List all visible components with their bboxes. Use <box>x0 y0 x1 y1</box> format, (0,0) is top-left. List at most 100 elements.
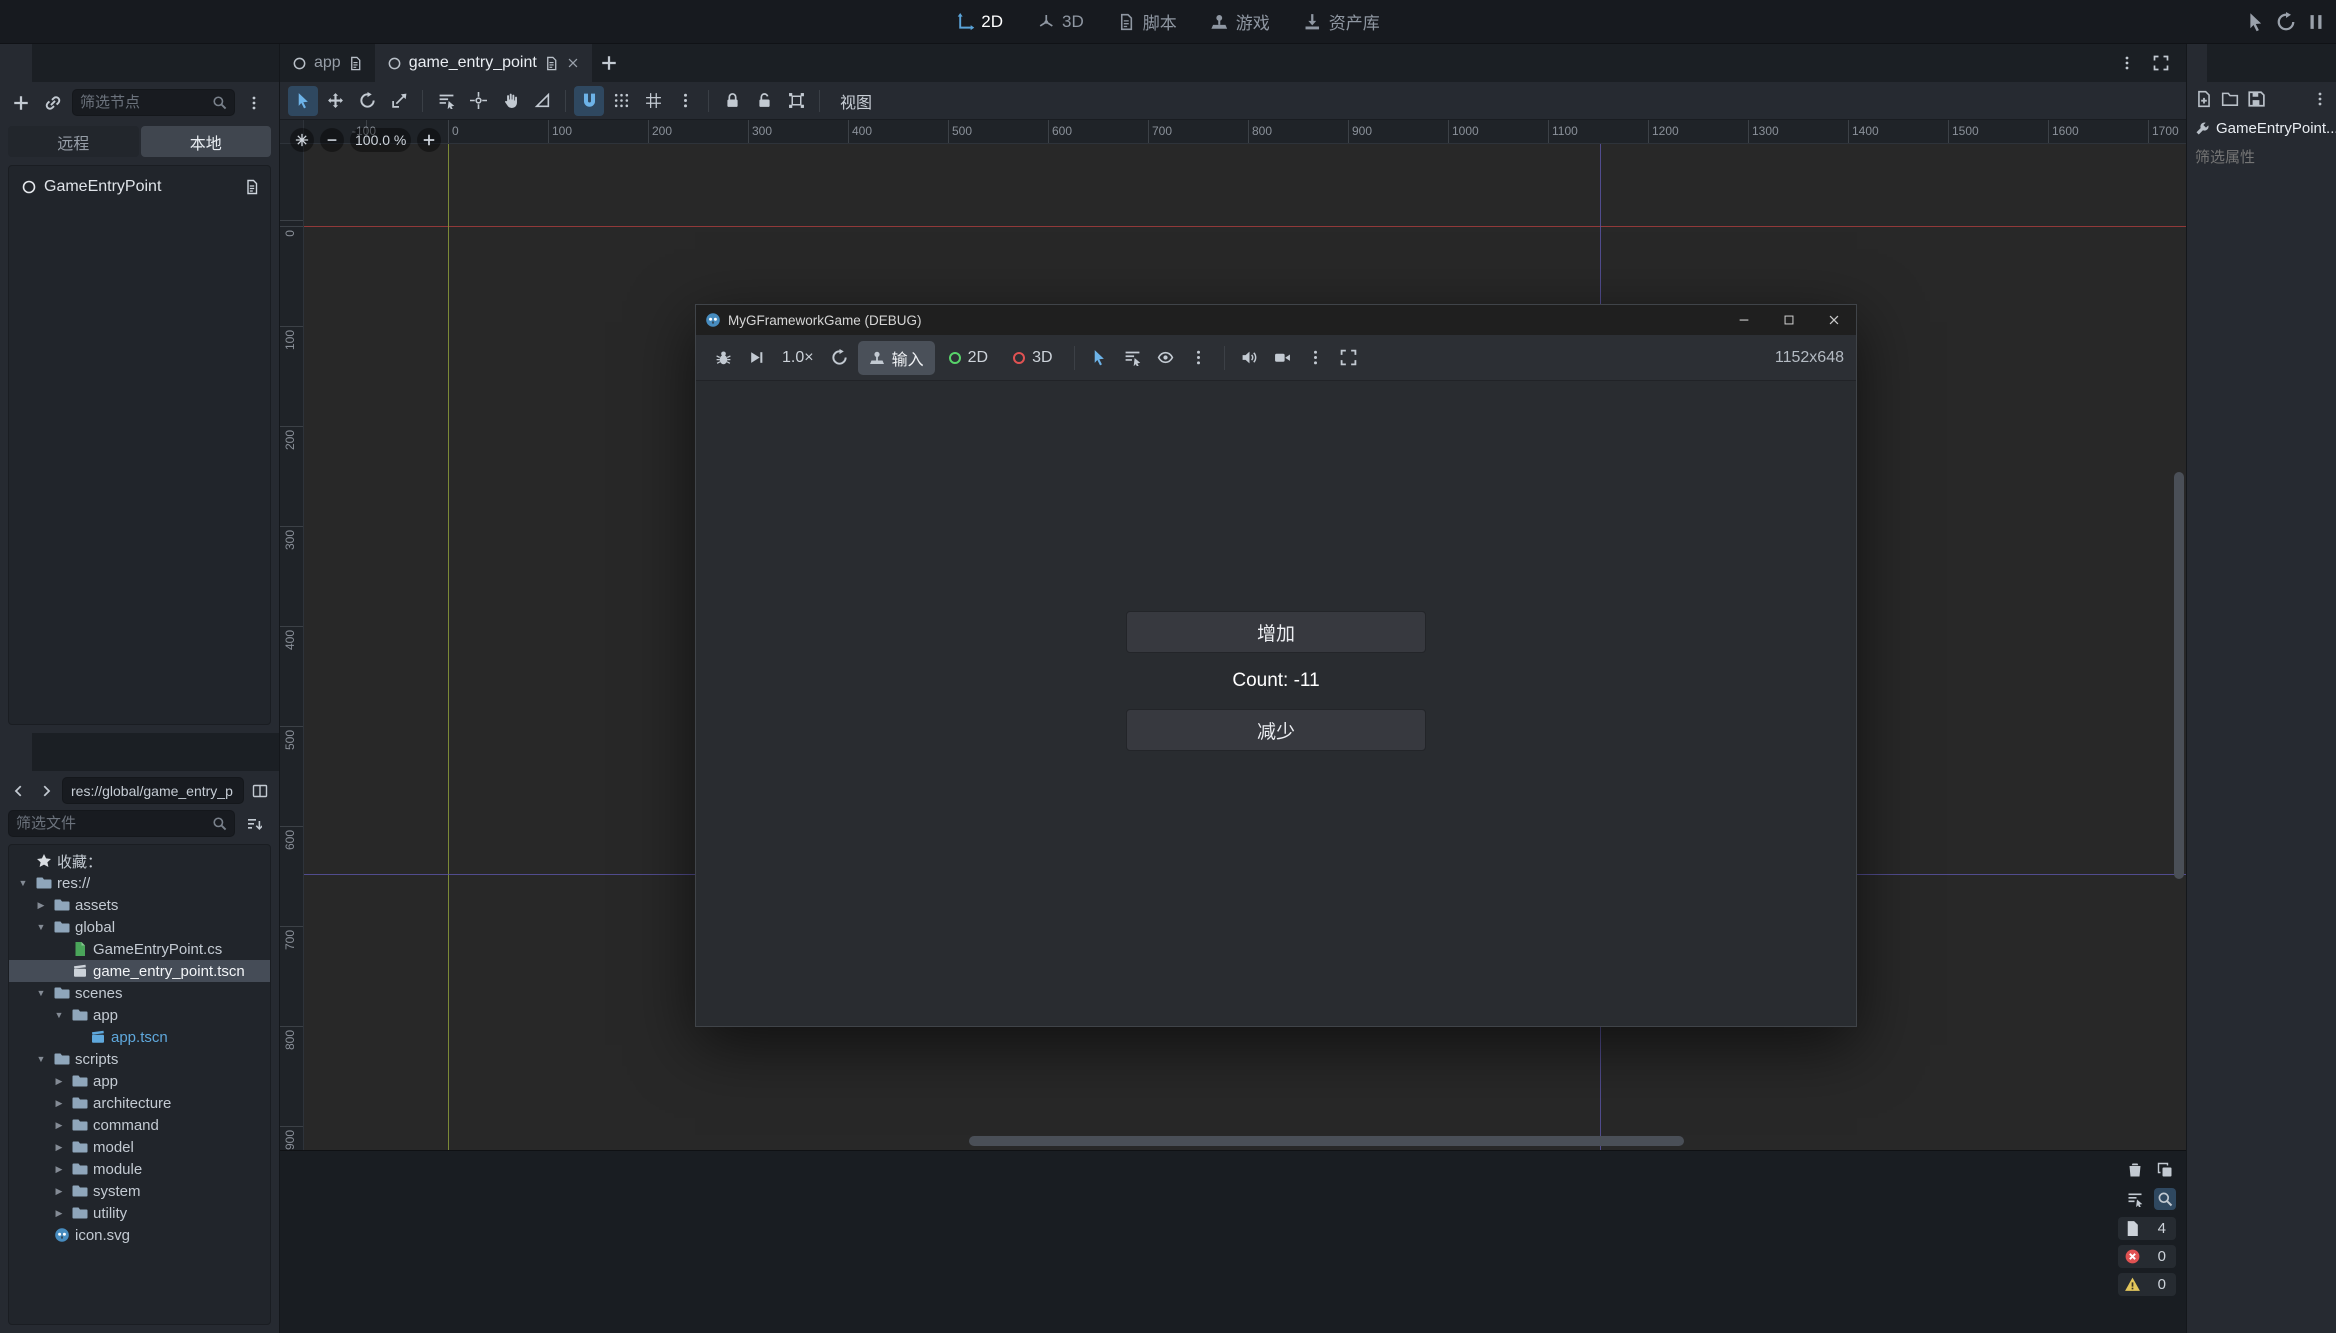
zoom-in-button[interactable] <box>417 128 441 152</box>
smart-snap-button[interactable] <box>574 86 604 116</box>
remote-button[interactable]: 远程 <box>8 126 139 157</box>
view-menu-button[interactable]: 视图 <box>828 85 884 117</box>
zoom-out-button[interactable] <box>320 128 344 152</box>
workspace-button[interactable]: 游戏 <box>1198 4 1283 39</box>
maximize-window-button[interactable] <box>1766 305 1811 335</box>
new-resource-icon[interactable] <box>2195 90 2213 108</box>
file-tree-row[interactable]: ▶ architecture <box>9 1092 270 1114</box>
pan-tool-button[interactable] <box>495 86 525 116</box>
scene-tabs-menu-button[interactable] <box>2114 50 2140 76</box>
menubar-item[interactable] <box>102 0 132 44</box>
camera-options-button[interactable] <box>1301 343 1331 373</box>
zoom-level-label[interactable]: 100.0 % <box>350 128 411 152</box>
embed-fullscreen-button[interactable] <box>1334 343 1364 373</box>
expander-arrow-icon[interactable]: ▼ <box>15 878 31 888</box>
collapse-duplicates-button[interactable] <box>2124 1188 2146 1210</box>
expander-arrow-icon[interactable]: ▶ <box>51 1142 67 1153</box>
menubar-item[interactable] <box>72 0 102 44</box>
output-filter-badge[interactable]: 4 <box>2118 1217 2176 1240</box>
clear-output-button[interactable] <box>2124 1159 2146 1181</box>
add-node-button[interactable] <box>8 90 34 116</box>
expander-arrow-icon[interactable]: ▶ <box>51 1120 67 1131</box>
dock-tab[interactable] <box>2207 44 2227 82</box>
filter-nodes-input[interactable] <box>80 94 206 111</box>
expander-arrow-icon[interactable]: ▶ <box>33 900 49 911</box>
expander-arrow-icon[interactable]: ▼ <box>33 988 49 998</box>
viewport-vertical-scrollbar[interactable] <box>2174 472 2184 879</box>
copy-output-button[interactable] <box>2154 1159 2176 1181</box>
camera-override-button[interactable] <box>1268 343 1298 373</box>
scale-tool-button[interactable] <box>384 86 414 116</box>
split-view-button[interactable] <box>249 780 271 802</box>
file-tree-row[interactable]: ▼ scripts <box>9 1048 270 1070</box>
group-selected-button[interactable] <box>781 86 811 116</box>
save-resource-icon[interactable] <box>2247 90 2265 108</box>
reload-icon[interactable] <box>2276 12 2296 32</box>
expand-viewport-button[interactable] <box>2148 50 2174 76</box>
history-back-button[interactable] <box>8 780 30 802</box>
pointer-icon[interactable] <box>2246 12 2266 32</box>
expander-arrow-icon[interactable]: ▼ <box>51 1010 67 1020</box>
select-tool-button[interactable] <box>288 86 318 116</box>
file-tree-row[interactable]: ▶ utility <box>9 1202 270 1224</box>
workspace-button[interactable]: 3D <box>1024 7 1097 37</box>
scene-tree-root-node[interactable]: GameEntryPoint <box>11 170 268 204</box>
file-tree-row[interactable]: 收藏： <box>9 850 270 872</box>
debug-session-button[interactable] <box>708 343 738 373</box>
snap-options-button[interactable] <box>670 86 700 116</box>
pick-node-button[interactable] <box>1085 343 1115 373</box>
file-tree-row[interactable]: ▶ command <box>9 1114 270 1136</box>
dock-tab[interactable] <box>0 44 32 82</box>
reset-speed-button[interactable] <box>825 343 855 373</box>
pivot-tool-button[interactable] <box>463 86 493 116</box>
input-mode-toggle[interactable]: 输入 <box>858 341 935 375</box>
file-tree-row[interactable]: icon.svg <box>9 1224 270 1246</box>
expander-arrow-icon[interactable]: ▶ <box>51 1098 67 1109</box>
workspace-button[interactable]: 脚本 <box>1105 4 1190 39</box>
menubar-item[interactable] <box>132 0 162 44</box>
decrease-button[interactable]: 减少 <box>1126 709 1426 751</box>
file-tree-row[interactable]: ▶ module <box>9 1158 270 1180</box>
expander-arrow-icon[interactable]: ▶ <box>51 1164 67 1175</box>
menubar-item[interactable] <box>12 0 42 44</box>
scene-tab-game-entry-point[interactable]: game_entry_point <box>375 44 592 82</box>
instance-scene-button[interactable] <box>40 90 66 116</box>
mode-3d-toggle[interactable]: 3D <box>1002 344 1063 372</box>
mode-2d-toggle[interactable]: 2D <box>938 344 999 372</box>
file-tree-row[interactable]: ▼ scenes <box>9 982 270 1004</box>
lock-selected-button[interactable] <box>717 86 747 116</box>
dock-tab[interactable] <box>32 733 64 771</box>
history-forward-button[interactable] <box>35 780 57 802</box>
game-window-titlebar[interactable]: MyGFrameworkGame (DEBUG) <box>696 305 1856 335</box>
toggle-visibility-button[interactable] <box>1151 343 1181 373</box>
menubar-item[interactable] <box>42 0 72 44</box>
workspace-button[interactable]: 2D <box>943 7 1016 37</box>
expander-arrow-icon[interactable]: ▶ <box>51 1208 67 1219</box>
output-filter-badge[interactable]: 0 <box>2118 1245 2176 1268</box>
file-tree-row[interactable]: ▼ global <box>9 916 270 938</box>
output-filter-badge[interactable]: 0 <box>2118 1273 2176 1296</box>
viewport-horizontal-scrollbar[interactable] <box>969 1136 1684 1146</box>
ruler-tool-button[interactable] <box>527 86 557 116</box>
next-frame-button[interactable] <box>741 343 771 373</box>
tool-icon[interactable] <box>2195 121 2210 136</box>
increase-button[interactable]: 增加 <box>1126 611 1426 653</box>
current-path-field[interactable] <box>62 777 244 804</box>
dock-tab[interactable] <box>0 733 32 771</box>
file-tree-row[interactable]: ▼ res:// <box>9 872 270 894</box>
pause-icon[interactable] <box>2306 12 2326 32</box>
scene-dock-menu-button[interactable] <box>241 90 267 116</box>
file-tree-row[interactable]: game_entry_point.tscn <box>9 960 270 982</box>
center-view-button[interactable] <box>290 128 314 152</box>
filter-nodes-search[interactable] <box>72 89 235 116</box>
load-resource-icon[interactable] <box>2221 90 2239 108</box>
close-window-button[interactable] <box>1811 305 1856 335</box>
kebab-icon[interactable] <box>2312 91 2328 107</box>
expander-arrow-icon[interactable]: ▶ <box>51 1076 67 1087</box>
rotate-tool-button[interactable] <box>352 86 382 116</box>
file-tree-row[interactable]: ▶ system <box>9 1180 270 1202</box>
new-scene-tab-button[interactable] <box>592 44 626 82</box>
list-pick-button[interactable] <box>1118 343 1148 373</box>
grid-snap-button[interactable] <box>638 86 668 116</box>
file-tree-row[interactable]: GameEntryPoint.cs <box>9 938 270 960</box>
